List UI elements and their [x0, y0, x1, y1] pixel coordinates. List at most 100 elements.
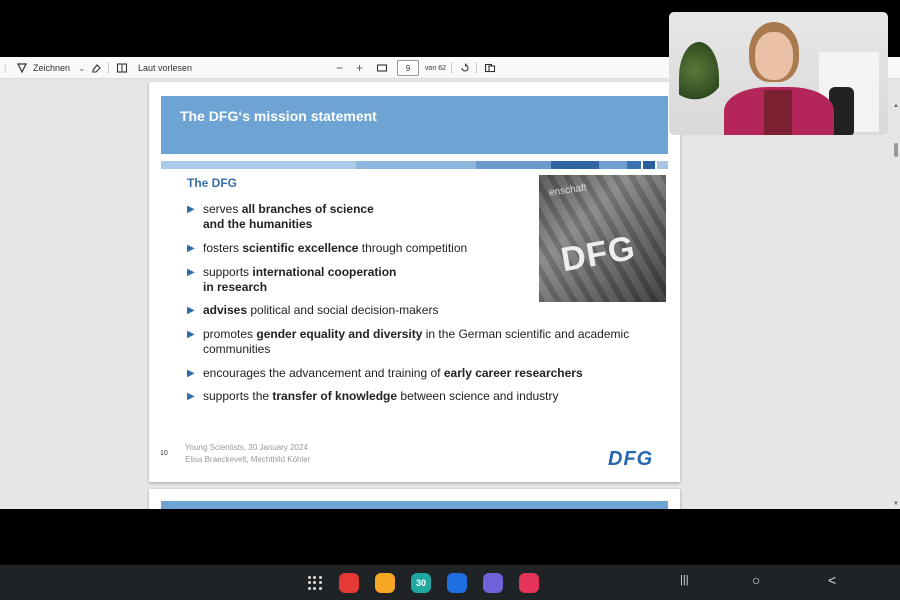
stripe-segment — [599, 161, 627, 169]
page-view-button[interactable] — [484, 57, 496, 79]
webcam-plant — [679, 42, 719, 112]
triangle-right-icon: ▶ — [187, 305, 195, 316]
scroll-up-icon[interactable]: ▲ — [893, 103, 899, 109]
slide-number: 10 — [160, 450, 168, 457]
page-number-input[interactable]: 9 — [397, 60, 419, 76]
bullet-text: supports international cooperation in res… — [203, 265, 396, 295]
bullet-text: promotes gender equality and diversity i… — [203, 327, 629, 357]
back-button[interactable]: < — [828, 572, 836, 588]
stripe-segment — [627, 161, 641, 169]
screen-recorder-app-icon[interactable] — [519, 573, 539, 593]
zoom-in-button[interactable]: + — [356, 57, 363, 79]
bullet-item: ▶ supports the transfer of knowledge bet… — [187, 389, 559, 404]
bullet-item: ▶ fosters scientific excellence through … — [187, 241, 467, 256]
stripe-segment — [356, 161, 476, 169]
app-drawer-icon[interactable] — [308, 576, 322, 590]
bullet-item: ▶ promotes gender equality and diversity… — [187, 327, 629, 357]
document-area: The DFG‘s mission statement The DFG ▶ se… — [0, 79, 900, 509]
triangle-right-icon: ▶ — [187, 391, 195, 402]
page-view-icon — [484, 63, 496, 73]
eraser-icon — [92, 64, 101, 73]
bullet-bold-run: international cooperation — [252, 265, 397, 279]
fit-page-button[interactable] — [376, 57, 388, 79]
bullet-text: advises political and social decision-ma… — [203, 303, 438, 318]
bullet-bold-run: early career researchers — [443, 366, 583, 380]
toolbar-divider — [476, 62, 477, 74]
draw-label: Zeichnen — [33, 63, 71, 73]
bullet-run: serves — [203, 202, 242, 216]
bullet-bold-run: scientific excellence — [242, 241, 359, 255]
stripe-segment — [657, 161, 668, 169]
bullet-bold-run: advises — [203, 303, 248, 317]
next-slide-page — [149, 489, 680, 509]
eraser-button[interactable] — [90, 57, 102, 79]
toolbar-divider-left: | — [4, 63, 7, 73]
slide-page: The DFG‘s mission statement The DFG ▶ se… — [149, 82, 680, 482]
scroll-down-icon[interactable]: ▼ — [893, 501, 899, 507]
stripe-segment — [551, 161, 599, 169]
internet-app-icon[interactable] — [483, 573, 503, 593]
rotate-button[interactable] — [459, 57, 471, 79]
bullet-run: in the German scientific and academic — [422, 327, 630, 341]
dfg-building-photo: enschaft DFG — [539, 175, 666, 302]
slide-heading: The DFG — [187, 176, 237, 190]
webcam-person-shirt — [764, 90, 792, 135]
vertical-scrollbar[interactable] — [892, 101, 900, 509]
toolbar-divider — [451, 62, 452, 74]
bullet-bold-run: gender equality and diversity — [256, 327, 423, 341]
footer-line-1: Young Scientists, 30 January 2024 — [185, 443, 308, 452]
bullet-run: between science and industry — [397, 389, 559, 403]
stripe-segment — [643, 161, 655, 169]
bullet-text: serves all branches of science and the hu… — [203, 202, 374, 232]
android-taskbar: 30 ||| ○ < — [0, 565, 900, 600]
calendar-app-icon[interactable]: 30 — [411, 573, 431, 593]
flipboard-app-icon[interactable] — [339, 573, 359, 593]
files-app-icon[interactable] — [375, 573, 395, 593]
read-aloud-button[interactable]: Laut vorlesen — [116, 57, 192, 79]
slide-header-bar: The DFG‘s mission statement — [161, 96, 668, 154]
bullet-bold-run: transfer of knowledge — [272, 389, 398, 403]
zoom-out-button[interactable]: − — [336, 57, 343, 79]
bullet-bold-run: in research — [203, 280, 268, 294]
triangle-right-icon: ▶ — [187, 329, 195, 340]
bullet-item: ▶ supports international cooperation in r… — [187, 265, 396, 295]
triangle-right-icon: ▶ — [187, 368, 195, 379]
bullet-run: through competition — [358, 241, 468, 255]
bullet-item: ▶ advises political and social decision-… — [187, 303, 438, 318]
dfg-logo: DFG — [608, 448, 654, 470]
bullet-run: encourages the advancement and training … — [203, 366, 444, 380]
next-slide-header-bar — [161, 501, 668, 509]
bullet-text: encourages the advancement and training … — [203, 366, 583, 381]
fit-page-icon — [376, 64, 388, 72]
screen: | Zeichnen ⌄ Laut vorlesen − + 9 von 62 — [0, 0, 900, 600]
triangle-right-icon: ▶ — [187, 204, 195, 215]
bullet-text: supports the transfer of knowledge betwe… — [203, 389, 559, 404]
bullet-bold-run: and the humanities — [203, 217, 313, 231]
bullet-run: communities — [203, 342, 271, 356]
bullet-run: supports the — [203, 389, 273, 403]
book-icon — [116, 63, 128, 73]
scrollbar-thumb[interactable] — [894, 143, 898, 157]
home-button[interactable]: ○ — [752, 572, 760, 588]
bullet-run: promotes — [203, 327, 257, 341]
pen-icon — [17, 63, 27, 74]
bullet-item: ▶ encourages the advancement and trainin… — [187, 366, 583, 381]
bullet-run: fosters — [203, 241, 243, 255]
messages-app-icon[interactable] — [447, 573, 467, 593]
slide-title: The DFG‘s mission statement — [180, 108, 377, 124]
webcam-video-tile — [669, 12, 888, 135]
bullet-bold-run: all branches of science — [241, 202, 374, 216]
chevron-down-icon[interactable]: ⌄ — [78, 63, 86, 74]
stripe-segment — [476, 161, 551, 169]
toolbar-divider — [108, 62, 109, 74]
triangle-right-icon: ▶ — [187, 243, 195, 254]
recents-button[interactable]: ||| — [680, 574, 689, 586]
bullet-run: supports — [203, 265, 253, 279]
footer-line-2: Elisa Braeckevelt, Mechthild Köhler — [185, 455, 311, 464]
slide-footer: Young Scientists, 30 January 2024 Elisa … — [185, 442, 310, 466]
triangle-right-icon: ▶ — [187, 267, 195, 278]
bullet-run: political and social decision-makers — [247, 303, 439, 317]
draw-button[interactable]: Zeichnen ⌄ — [16, 57, 86, 79]
webcam-person-face — [755, 32, 793, 80]
page-total: von 62 — [425, 64, 447, 72]
